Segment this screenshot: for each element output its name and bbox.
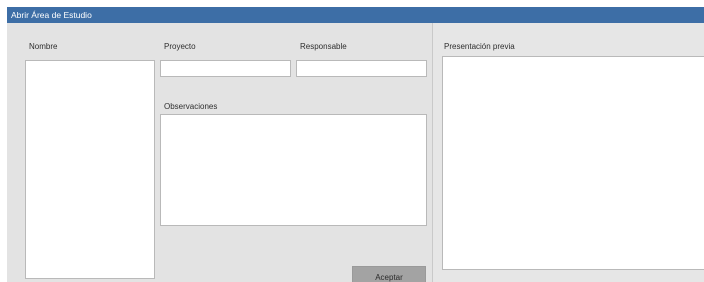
preview-label: Presentación previa: [444, 42, 515, 51]
accept-button[interactable]: Aceptar: [352, 266, 426, 282]
preview-panel: Presentación previa: [433, 23, 704, 282]
left-panel: Nombre Proyecto Responsable Observacione…: [7, 23, 432, 282]
study-name-list[interactable]: [25, 60, 155, 279]
proyecto-input[interactable]: [160, 60, 291, 77]
proyecto-label: Proyecto: [164, 42, 196, 51]
dialog-title: Abrir Área de Estudio: [7, 7, 704, 23]
preview-area: [442, 56, 704, 270]
observaciones-label: Observaciones: [164, 102, 218, 111]
nombre-label: Nombre: [29, 42, 58, 51]
responsable-label: Responsable: [300, 42, 347, 51]
observaciones-textarea[interactable]: [160, 114, 427, 226]
responsable-input[interactable]: [296, 60, 427, 77]
open-study-area-dialog: Abrir Área de Estudio Nombre Proyecto Re…: [7, 7, 704, 282]
